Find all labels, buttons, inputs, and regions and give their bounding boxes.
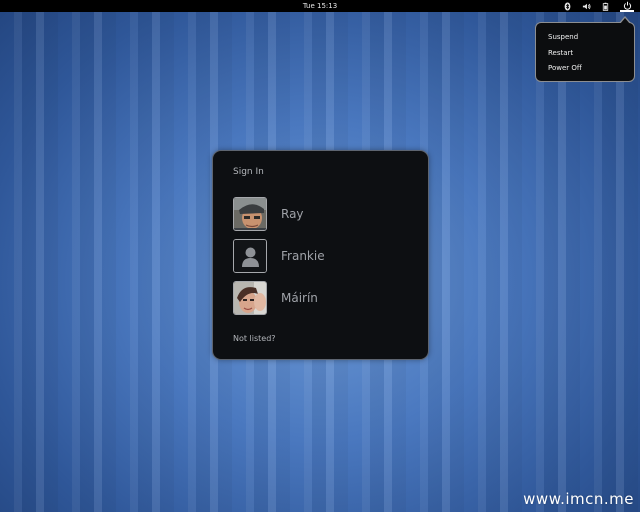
top-bar: Tue 15:13 [0,0,640,12]
power-menu: Suspend Restart Power Off [535,16,635,82]
power-icon [623,1,631,10]
menu-item-suspend[interactable]: Suspend [536,30,634,46]
sign-in-dialog: Sign In Ray Frankie Máirín Not listed? [212,150,429,360]
menu-item-restart[interactable]: Restart [536,46,634,62]
battery-icon[interactable] [601,2,610,11]
user-photo-icon [234,282,266,314]
user-name: Ray [281,207,304,221]
menu-item-power-off[interactable]: Power Off [536,61,634,77]
power-menu-button[interactable] [620,0,634,12]
user-item-ray[interactable]: Ray [233,197,413,231]
clock[interactable]: Tue 15:13 [0,0,640,12]
user-avatar [233,281,267,315]
user-item-frankie[interactable]: Frankie [233,239,413,273]
user-photo-icon [234,198,266,230]
system-tray [563,0,634,12]
watermark: www.imcn.me [523,490,634,508]
volume-icon[interactable] [582,2,591,11]
not-listed-link[interactable]: Not listed? [233,334,276,343]
dialog-title: Sign In [233,167,264,177]
user-name: Máirín [281,291,318,305]
user-name: Frankie [281,249,325,263]
bluetooth-icon[interactable] [563,1,572,11]
default-user-icon [234,240,266,272]
user-avatar [233,197,267,231]
user-avatar [233,239,267,273]
user-item-mairin[interactable]: Máirín [233,281,413,315]
